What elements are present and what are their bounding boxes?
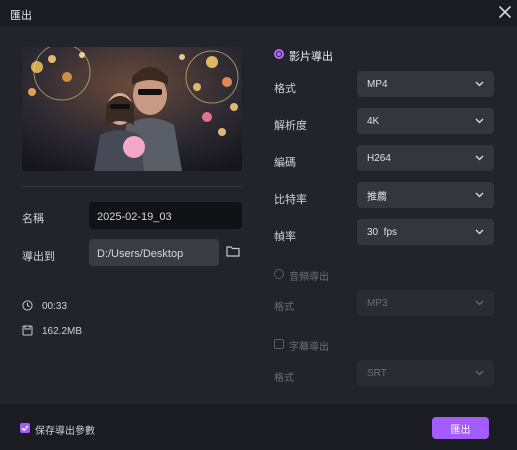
dialog-title: 匯出 xyxy=(10,10,32,22)
codec-label: 編碼 xyxy=(274,157,296,169)
framerate-select[interactable]: 30 fps xyxy=(357,219,494,245)
format-select[interactable]: MP4 xyxy=(357,71,494,97)
chevron-down-icon xyxy=(475,370,484,376)
export-button[interactable]: 匯出 xyxy=(432,417,489,439)
title-bar xyxy=(0,0,517,26)
save-params-label: 保存導出參數 xyxy=(35,426,95,437)
resolution-label: 解析度 xyxy=(274,120,307,132)
duration-text: 00:33 xyxy=(42,301,68,312)
save-params-checkbox[interactable] xyxy=(20,423,30,433)
close-icon[interactable] xyxy=(496,3,514,21)
bitrate-select[interactable]: 推薦 xyxy=(357,182,494,208)
bitrate-label: 比特率 xyxy=(274,194,307,206)
subtitle-export-label: 字幕導出 xyxy=(289,342,329,353)
audio-format-value: MP3 xyxy=(367,297,388,309)
format-label: 格式 xyxy=(274,83,296,95)
name-input[interactable]: 2025-02-19_03 xyxy=(89,202,242,229)
subtitle-format-value: SRT xyxy=(367,367,387,379)
clock-icon xyxy=(22,300,33,311)
format-value: MP4 xyxy=(367,78,388,90)
resolution-select[interactable]: 4K xyxy=(357,108,494,134)
name-label: 名稱 xyxy=(22,213,44,225)
folder-icon[interactable] xyxy=(226,245,240,257)
path-label: 導出到 xyxy=(22,251,55,263)
chevron-down-icon xyxy=(475,229,484,235)
audio-export-label: 音頻導出 xyxy=(289,272,329,283)
video-export-radio[interactable] xyxy=(274,49,284,59)
audio-export-radio[interactable] xyxy=(274,269,284,279)
file-size-icon xyxy=(22,325,33,336)
file-size-text: 162.2MB xyxy=(42,326,83,337)
subtitle-export-checkbox[interactable] xyxy=(274,339,284,349)
video-export-label: 影片導出 xyxy=(289,51,333,63)
framerate-label: 幀率 xyxy=(274,231,296,243)
subtitle-format-label: 格式 xyxy=(274,373,294,384)
audio-format-select[interactable]: MP3 xyxy=(357,290,494,316)
chevron-down-icon xyxy=(475,81,484,87)
framerate-value: 30 fps xyxy=(367,226,398,238)
chevron-down-icon xyxy=(475,192,484,198)
path-input[interactable]: D:/Users/Desktop xyxy=(89,239,219,266)
checkmark-icon xyxy=(21,425,29,432)
chevron-down-icon xyxy=(475,155,484,161)
resolution-value: 4K xyxy=(367,115,380,127)
chevron-down-icon xyxy=(475,118,484,124)
subtitle-format-select[interactable]: SRT xyxy=(357,360,494,386)
codec-select[interactable]: H264 xyxy=(357,145,494,171)
codec-value: H264 xyxy=(367,152,391,164)
video-thumbnail xyxy=(22,47,242,171)
section-divider xyxy=(22,186,242,187)
chevron-down-icon xyxy=(475,300,484,306)
bitrate-value: 推薦 xyxy=(367,191,387,203)
audio-format-label: 格式 xyxy=(274,302,294,313)
